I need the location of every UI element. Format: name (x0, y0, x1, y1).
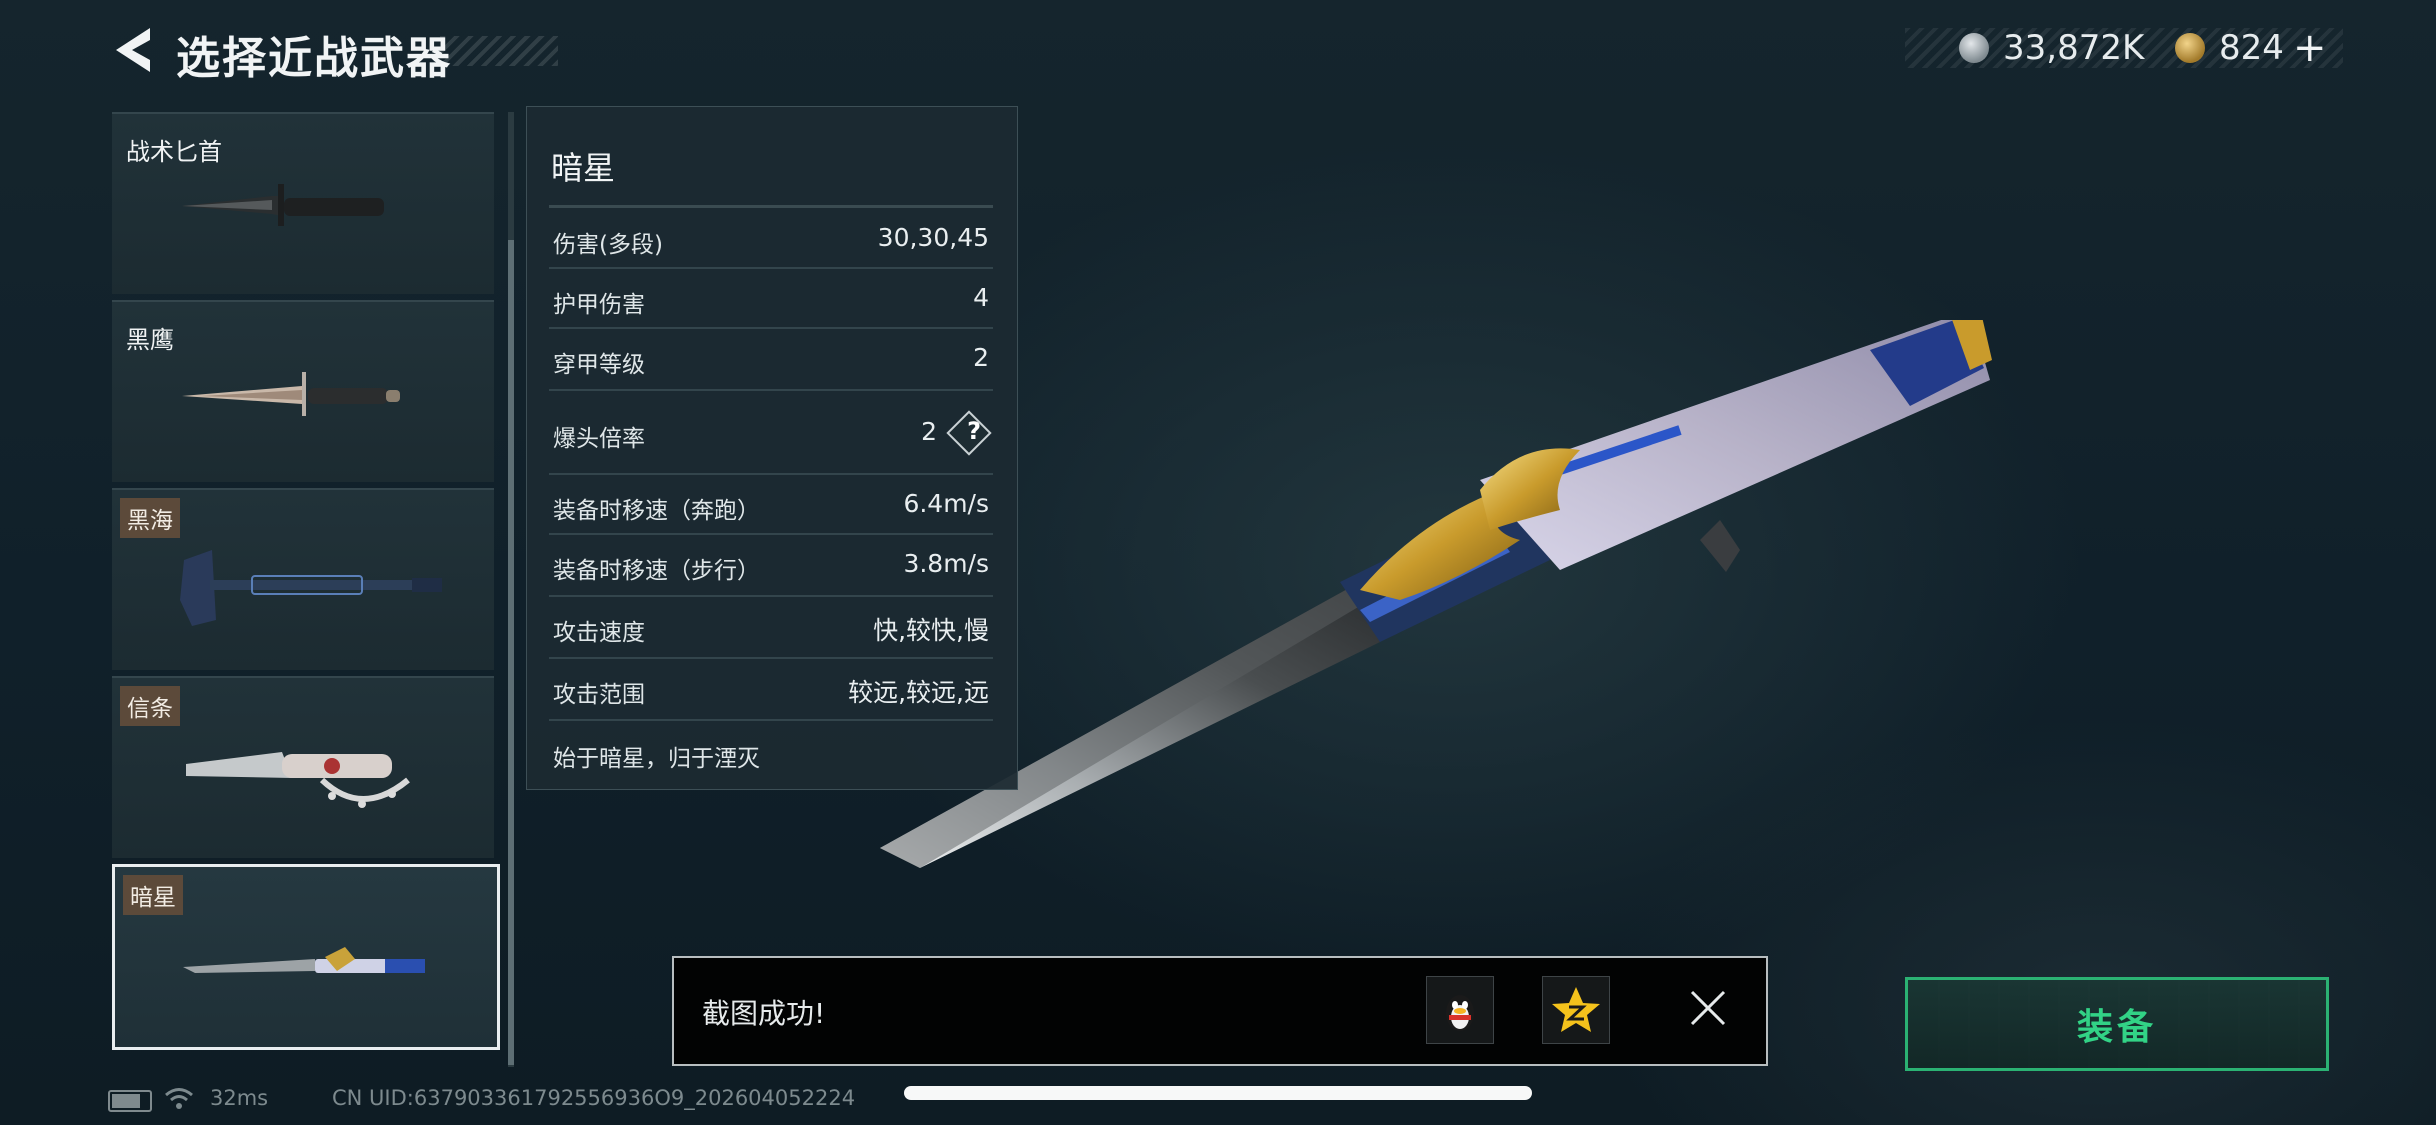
stat-label: 装备时移速（步行） (553, 558, 760, 584)
weapon-item-tactical-dagger[interactable]: 战术匕首 (112, 112, 494, 294)
stat-label: 攻击范围 (553, 682, 645, 708)
qzone-star-icon (1552, 987, 1600, 1032)
stat-value: 30,30,45 (877, 223, 989, 252)
stat-label: 穿甲等级 (553, 352, 645, 378)
battery-icon (108, 1090, 152, 1112)
detail-divider (549, 205, 993, 208)
creed-knife-image (186, 752, 410, 808)
dark-star-katana-image (183, 947, 425, 973)
dark-star-katana-preview (880, 320, 1992, 868)
weapon-item-black-hawk[interactable]: 黑鹰 (112, 300, 494, 482)
title-decoration (440, 36, 558, 66)
weapon-item-black-sea[interactable]: 黑海 (112, 488, 494, 670)
weapon-item-creed[interactable]: 信条 (112, 676, 494, 858)
page-title: 选择近战武器 (176, 33, 452, 84)
tactical-dagger-image (182, 184, 384, 226)
home-indicator[interactable] (904, 1086, 1532, 1100)
user-uid: CN UID:637903361792556936O9_202604052224 (332, 1086, 856, 1110)
wifi-icon (165, 1088, 193, 1109)
currency-bar: 33,872K 824 + (1905, 25, 2343, 71)
screenshot-toast: 截图成功! (672, 956, 1768, 1066)
stat-row-armor-damage: 护甲伤害 4 (549, 269, 993, 329)
weapon-quote: 始于暗星，归于湮灭 (553, 746, 760, 772)
stat-value: 3.8m/s (903, 549, 989, 578)
stat-label: 攻击速度 (553, 620, 645, 646)
stat-value: 快,较快,慢 (873, 616, 989, 645)
weapon-detail-name: 暗星 (551, 149, 616, 187)
stat-row-attack-speed: 攻击速度 快,较快,慢 (549, 597, 993, 659)
stat-value: 6.4m/s (903, 489, 989, 518)
stat-label: 爆头倍率 (553, 426, 645, 452)
weapon-list: 战术匕首 黑鹰 黑海 信条 暗星 (112, 112, 500, 1067)
add-currency-button[interactable]: + (2293, 25, 2327, 71)
back-arrow-icon[interactable] (110, 26, 154, 74)
stat-row-walk-speed: 装备时移速（步行） 3.8m/s (549, 535, 993, 597)
weapon-name-tag: 暗星 (123, 875, 183, 915)
silver-coin-icon (1959, 33, 1989, 63)
stat-value: 4 (973, 283, 989, 312)
gold-currency-value: 824 (2219, 28, 2284, 68)
help-icon[interactable]: ? (967, 417, 981, 445)
ping-value: 32ms (210, 1086, 269, 1110)
close-icon[interactable] (1684, 984, 1732, 1032)
stat-value: 2 (921, 417, 937, 446)
stat-value: 2 (973, 343, 989, 372)
toast-message: 截图成功! (702, 997, 826, 1030)
stat-value: 较远,较远,远 (848, 678, 989, 707)
stat-label: 装备时移速（奔跑） (553, 498, 760, 524)
stat-label: 伤害(多段) (553, 232, 663, 258)
weapon-item-dark-star[interactable]: 暗星 (112, 864, 500, 1050)
weapon-detail-panel: 暗星 伤害(多段) 30,30,45 护甲伤害 4 穿甲等级 2 爆头倍率 2 … (526, 106, 1018, 790)
share-qq-button[interactable] (1426, 976, 1494, 1044)
stat-row-armor-penetration: 穿甲等级 2 (549, 329, 993, 391)
silver-currency-value: 33,872K (2003, 28, 2145, 68)
equip-button[interactable]: 装备 (1905, 977, 2329, 1071)
weapon-name-tag: 信条 (120, 686, 180, 726)
list-scrollbar[interactable] (508, 240, 514, 1065)
stat-row-damage: 伤害(多段) 30,30,45 (549, 209, 993, 269)
equip-button-label: 装备 (2076, 1007, 2157, 1048)
stat-row-attack-range: 攻击范围 较远,较远,远 (549, 659, 993, 721)
gold-coin-icon (2175, 33, 2205, 63)
stat-row-run-speed: 装备时移速（奔跑） 6.4m/s (549, 475, 993, 535)
weapon-name-tag: 黑海 (120, 498, 180, 538)
stat-row-headshot-multiplier: 爆头倍率 2 ? (549, 391, 993, 475)
weapon-name: 黑鹰 (126, 326, 174, 354)
black-hawk-knife-image (182, 372, 400, 416)
qq-penguin-icon (1446, 995, 1474, 1031)
stat-label: 护甲伤害 (553, 292, 645, 318)
share-qzone-button[interactable] (1542, 976, 1610, 1044)
black-sea-axe-image (180, 550, 442, 626)
